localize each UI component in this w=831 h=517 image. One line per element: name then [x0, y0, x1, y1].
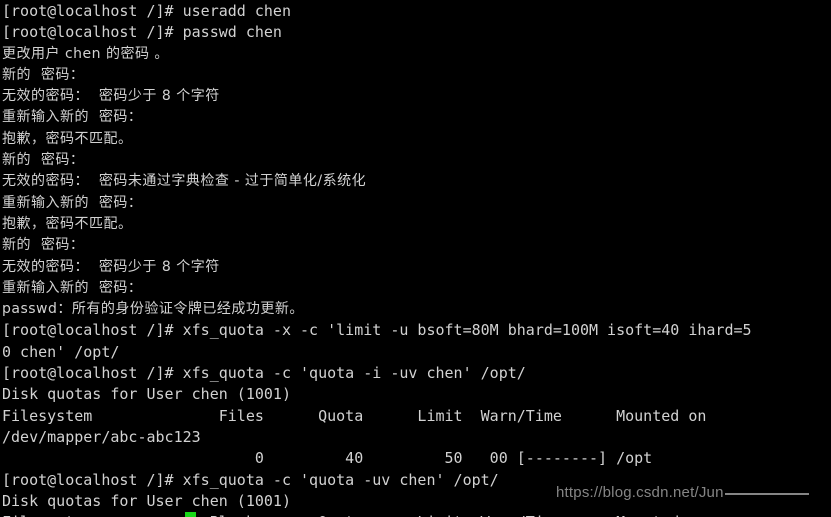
terminal-line: 无效的密码： 密码少于 8 个字符 [2, 88, 220, 105]
terminal-line: 新的 密码： [2, 66, 85, 83]
terminal-line: Filesystem Files Quota Limit Warn/Time M… [2, 406, 707, 425]
terminal-window[interactable]: [root@localhost /]# useradd chen [root@lo… [0, 0, 831, 517]
terminal-line: 抱歉，密码不匹配。 [2, 130, 133, 147]
terminal-line: Filesystem Blocks Quota Limit Warn/Time … [2, 512, 752, 517]
terminal-line: 无效的密码： 密码少于 8 个字符 [2, 258, 220, 275]
terminal-line: /dev/mapper/abc-abc123 [2, 427, 201, 446]
watermark-overlay: https://blog.csdn.net/Jun [556, 484, 809, 501]
watermark-text: https://blog.csdn.net/Jun [556, 484, 724, 501]
terminal-line: [root@localhost /]# passwd chen [2, 23, 282, 42]
terminal-line: Disk quotas for User chen (1001) [2, 385, 291, 404]
terminal-line: [root@localhost /]# useradd chen [2, 2, 291, 20]
terminal-line: passwd：所有的身份验证令牌已经成功更新。 [2, 301, 304, 318]
terminal-line: 重新输入新的 密码： [2, 279, 143, 296]
terminal-line: [root@localhost /]# xfs_quota -x -c 'lim… [2, 321, 752, 340]
terminal-line: 重新输入新的 密码： [2, 194, 143, 211]
terminal-cursor [185, 512, 196, 517]
terminal-line: 无效的密码： 密码未通过字典检查 - 过于简单化/系统化 [2, 173, 367, 190]
terminal-line: 重新输入新的 密码： [2, 109, 143, 126]
terminal-line: 0 40 50 00 [--------] /opt [2, 449, 653, 468]
terminal-line: 更改用户 chen 的密码 。 [2, 45, 169, 62]
terminal-line: [root@localhost /]# xfs_quota -c 'quota … [2, 364, 526, 383]
terminal-line: 抱歉，密码不匹配。 [2, 215, 133, 232]
terminal-line: 0 chen' /opt/ [2, 342, 120, 361]
terminal-line: 新的 密码： [2, 237, 85, 254]
terminal-line: 新的 密码： [2, 152, 85, 169]
terminal-output: [root@localhost /]# useradd chen [root@lo… [2, 1, 752, 517]
watermark-rule [724, 493, 809, 495]
